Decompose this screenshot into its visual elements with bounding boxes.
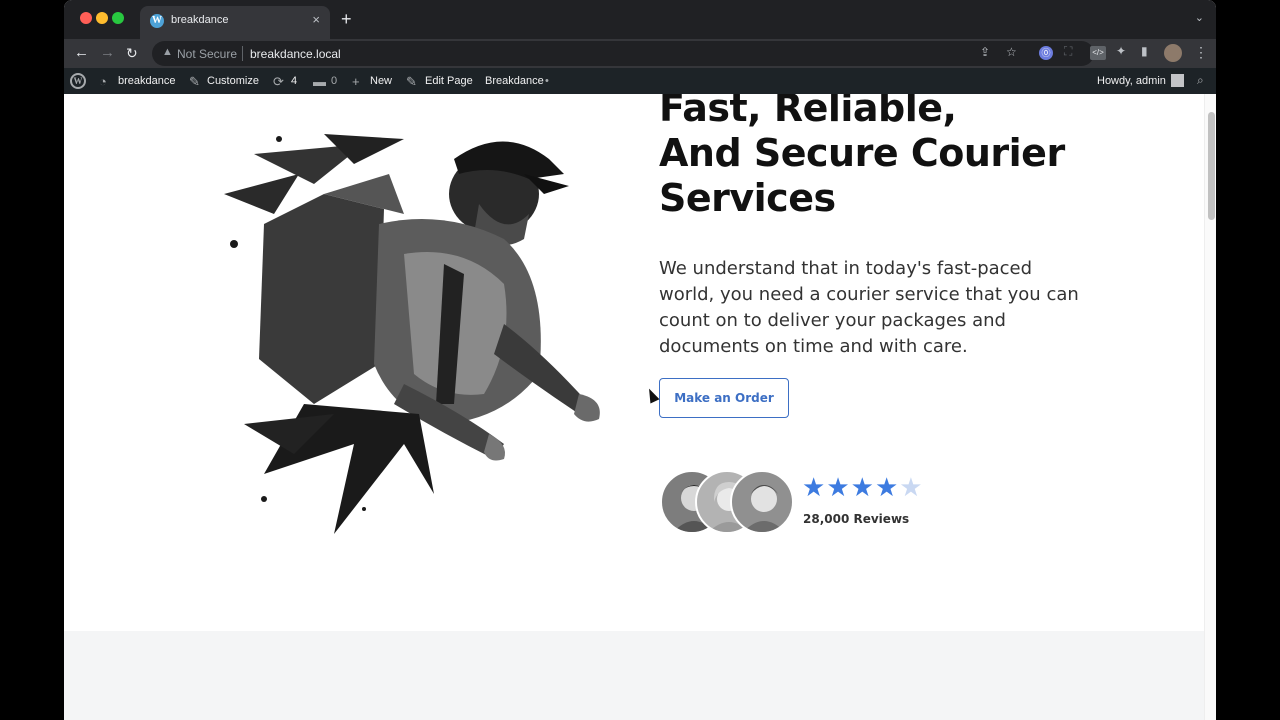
scrollbar-thumb[interactable] [1208, 112, 1215, 220]
wp-admin-bar: W ◔ breakdance ✎ Customize ⟳ 4 ▬ 0 + New… [64, 68, 1216, 94]
half-star-icon: ★ [899, 472, 924, 502]
page-content: Fast, Reliable, And Secure Courier Servi… [64, 94, 1204, 720]
url-text[interactable]: breakdance.local [250, 47, 341, 61]
adminbar-site-name[interactable]: breakdance [118, 75, 176, 87]
screenshot-icon[interactable]: ⛶ [1064, 44, 1072, 59]
password-manager-icon[interactable]: ⓪ [1039, 46, 1053, 60]
updates-icon: ⟳ [273, 74, 284, 89]
headline-line-2: And Secure Courier [659, 131, 1065, 175]
search-icon[interactable]: ⌕ [1197, 73, 1204, 88]
adminbar-howdy[interactable]: Howdy, admin [1097, 75, 1166, 87]
reviewer-avatars [660, 470, 794, 536]
menu-icon[interactable]: ⋮ [1194, 44, 1208, 61]
tab-title: breakdance [171, 14, 229, 26]
reviews-count: 28,000 Reviews [803, 512, 910, 526]
star-rating: ★★★★★ [802, 472, 924, 503]
address-bar[interactable]: ▲ Not Secure breakdance.local ⇪ ☆ [152, 41, 1094, 66]
scrollbar[interactable] [1204, 94, 1216, 720]
adminbar-updates-count[interactable]: 4 [291, 75, 297, 87]
reload-icon[interactable]: ↻ [126, 43, 138, 63]
adminbar-new[interactable]: New [370, 75, 392, 87]
headline-line-3: Services [659, 176, 836, 220]
adminbar-edit-page[interactable]: Edit Page [425, 75, 473, 87]
browser-toolbar: ← → ↻ ▲ Not Secure breakdance.local ⇪ ☆ … [64, 39, 1216, 68]
hero-description: We understand that in today's fast-paced… [659, 258, 1079, 357]
comment-icon: ▬ [313, 74, 326, 89]
divider [242, 46, 243, 61]
adminbar-breakdance-dot: • [545, 75, 549, 87]
star-icon[interactable]: ☆ [1006, 45, 1017, 59]
dashboard-icon: ◔ [99, 74, 107, 89]
make-an-order-button[interactable]: Make an Order [659, 378, 789, 418]
adminbar-comments-count[interactable]: 0 [331, 75, 337, 87]
adminbar-customize[interactable]: Customize [207, 75, 259, 87]
adminbar-breakdance[interactable]: Breakdance [485, 75, 544, 87]
mouse-cursor-icon [644, 386, 660, 404]
back-icon[interactable]: ← [74, 43, 89, 63]
not-secure-label[interactable]: Not Secure [177, 47, 237, 61]
minimize-window-button[interactable] [96, 12, 108, 24]
forward-icon[interactable]: → [100, 43, 115, 63]
maximize-window-button[interactable] [112, 12, 124, 24]
profile-avatar[interactable] [1164, 44, 1182, 62]
brush-icon: ✎ [189, 74, 200, 89]
tab-breakdance[interactable]: W breakdance × [140, 6, 330, 39]
browser-window: W breakdance × + ⌄ ← → ↻ ▲ Not Secure br… [64, 0, 1216, 720]
avatar[interactable] [1171, 74, 1184, 87]
page-title: Fast, Reliable, And Secure Courier Servi… [659, 94, 1139, 221]
tab-strip: W breakdance × + ⌄ [64, 0, 1216, 39]
code-icon[interactable]: </> [1090, 46, 1106, 60]
star-icon: ★ [874, 472, 900, 502]
star-icon: ★ [826, 472, 851, 502]
chevron-down-icon[interactable]: ⌄ [1195, 11, 1204, 24]
close-window-button[interactable] [80, 12, 92, 24]
plus-icon: + [352, 74, 360, 89]
new-tab-button[interactable]: + [341, 9, 352, 29]
warning-icon[interactable]: ▲ [162, 46, 173, 58]
star-icon: ★ [850, 472, 875, 502]
headline-line-1: Fast, Reliable, [659, 94, 957, 130]
next-section [64, 631, 1204, 720]
avatar [730, 470, 794, 534]
sidebar-icon[interactable]: ▮ [1141, 44, 1148, 58]
pencil-icon: ✎ [406, 74, 417, 89]
share-icon[interactable]: ⇪ [980, 45, 990, 59]
wordpress-icon: W [150, 14, 164, 28]
wordpress-logo-icon[interactable]: W [70, 73, 86, 89]
extension-icon[interactable]: ✦ [1116, 44, 1126, 58]
close-icon[interactable]: × [312, 12, 320, 27]
courier-illustration [224, 134, 600, 534]
star-icon: ★ [802, 472, 827, 502]
